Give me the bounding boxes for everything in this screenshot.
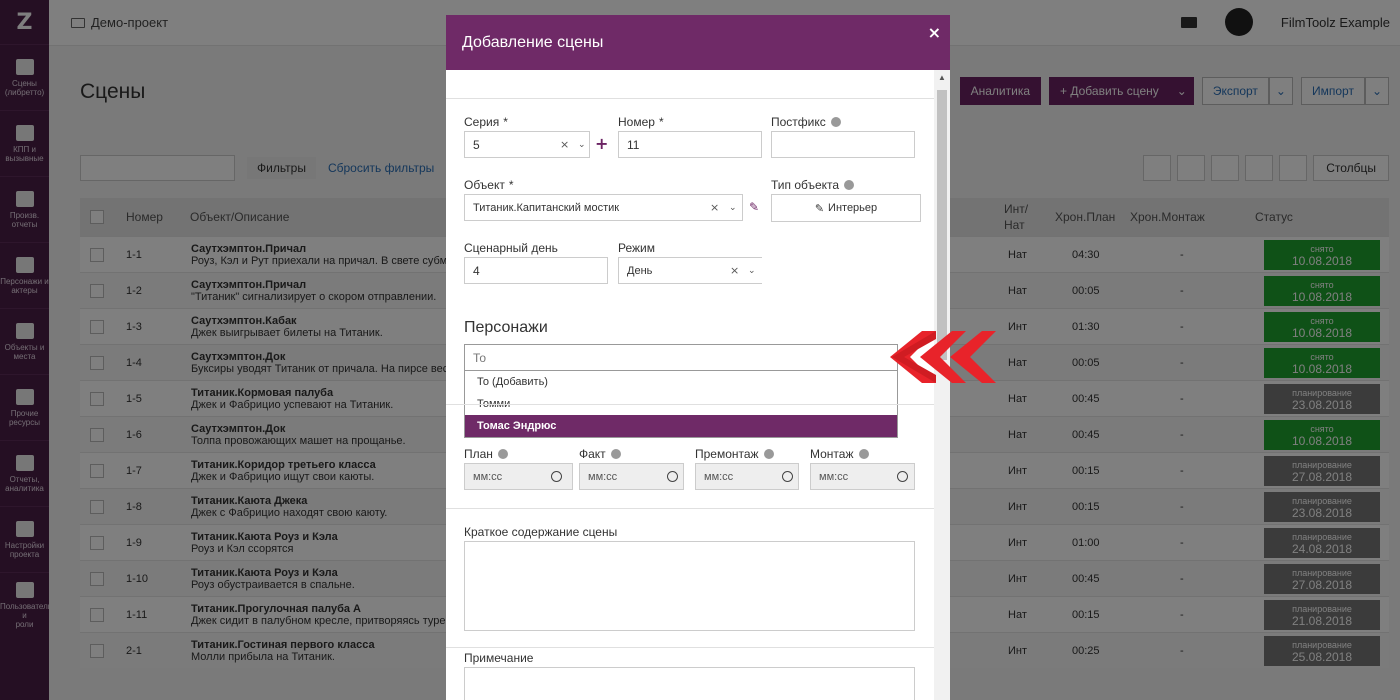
object-label: Объект * <box>464 178 514 192</box>
characters-title: Персонажи <box>464 319 548 336</box>
series-select[interactable]: 5 <box>464 131 590 158</box>
interior-button[interactable]: ✎ Интерьер <box>771 194 921 222</box>
add-scene-modal: Добавление сцены × Серия * 5 × ⌄ + Номер *… <box>446 15 950 700</box>
edit-object-icon[interactable]: ✎ <box>749 200 759 214</box>
premontage-label: Премонтаж <box>695 447 774 461</box>
pencil-icon: ✎ <box>814 201 825 215</box>
summary-textarea[interactable] <box>464 541 915 631</box>
summary-label: Краткое содержание сцены <box>464 525 618 539</box>
series-label: Серия * <box>464 115 508 129</box>
modal-title: Добавление сцены <box>462 33 604 51</box>
number-label: Номер * <box>618 115 664 129</box>
clock-icon[interactable] <box>551 471 562 482</box>
info-icon[interactable] <box>830 117 841 127</box>
clear-icon[interactable]: × <box>730 264 739 277</box>
character-option[interactable]: То (Добавить) <box>465 371 897 393</box>
chevron-down-icon[interactable]: ⌄ <box>748 266 756 276</box>
modal-header: Добавление сцены × <box>446 15 950 70</box>
info-icon[interactable] <box>610 449 621 459</box>
scroll-up-icon[interactable]: ▲ <box>934 70 950 86</box>
divider <box>446 508 934 509</box>
fact-label: Факт <box>579 447 621 461</box>
clear-icon[interactable]: × <box>710 201 719 214</box>
mode-select[interactable]: День <box>618 257 762 284</box>
clock-icon[interactable] <box>782 471 793 482</box>
object-type-label: Тип объекта <box>771 178 855 192</box>
clock-icon[interactable] <box>667 471 678 482</box>
scene-day-label: Сценарный день <box>464 241 558 255</box>
divider <box>446 647 934 648</box>
scene-day-input[interactable]: 4 <box>464 257 608 284</box>
clear-icon[interactable]: × <box>560 138 569 151</box>
chevron-down-icon[interactable]: ⌄ <box>578 140 586 150</box>
chevron-down-icon[interactable]: ⌄ <box>729 203 737 213</box>
info-icon[interactable] <box>844 180 855 190</box>
info-icon[interactable] <box>497 449 508 459</box>
modal-scrollbar[interactable]: ▲ <box>934 70 950 700</box>
object-select[interactable]: Титаник.Капитанский мостик <box>464 194 743 221</box>
postfix-input[interactable] <box>771 131 915 158</box>
info-icon[interactable] <box>763 449 774 459</box>
add-series-icon[interactable]: + <box>595 134 608 153</box>
divider <box>446 404 934 405</box>
scroll-thumb[interactable] <box>937 90 947 360</box>
note-textarea[interactable] <box>464 667 915 700</box>
characters-search-input[interactable]: То <box>464 344 898 371</box>
modal-body: Серия * 5 × ⌄ + Номер * 11 Постфикс Объект… <box>446 70 934 700</box>
postfix-label: Постфикс <box>771 115 841 129</box>
info-icon[interactable] <box>858 449 869 459</box>
mode-label: Режим <box>618 241 655 255</box>
note-label: Примечание <box>464 651 534 665</box>
plan-label: План <box>464 447 508 461</box>
divider <box>446 98 934 99</box>
red-arrows-icon <box>890 331 996 383</box>
close-icon[interactable]: × <box>928 23 941 42</box>
clock-icon[interactable] <box>897 471 908 482</box>
character-option[interactable]: Томас Эндрюс <box>465 415 897 437</box>
montage-label: Монтаж <box>810 447 869 461</box>
number-input[interactable]: 11 <box>618 131 762 158</box>
